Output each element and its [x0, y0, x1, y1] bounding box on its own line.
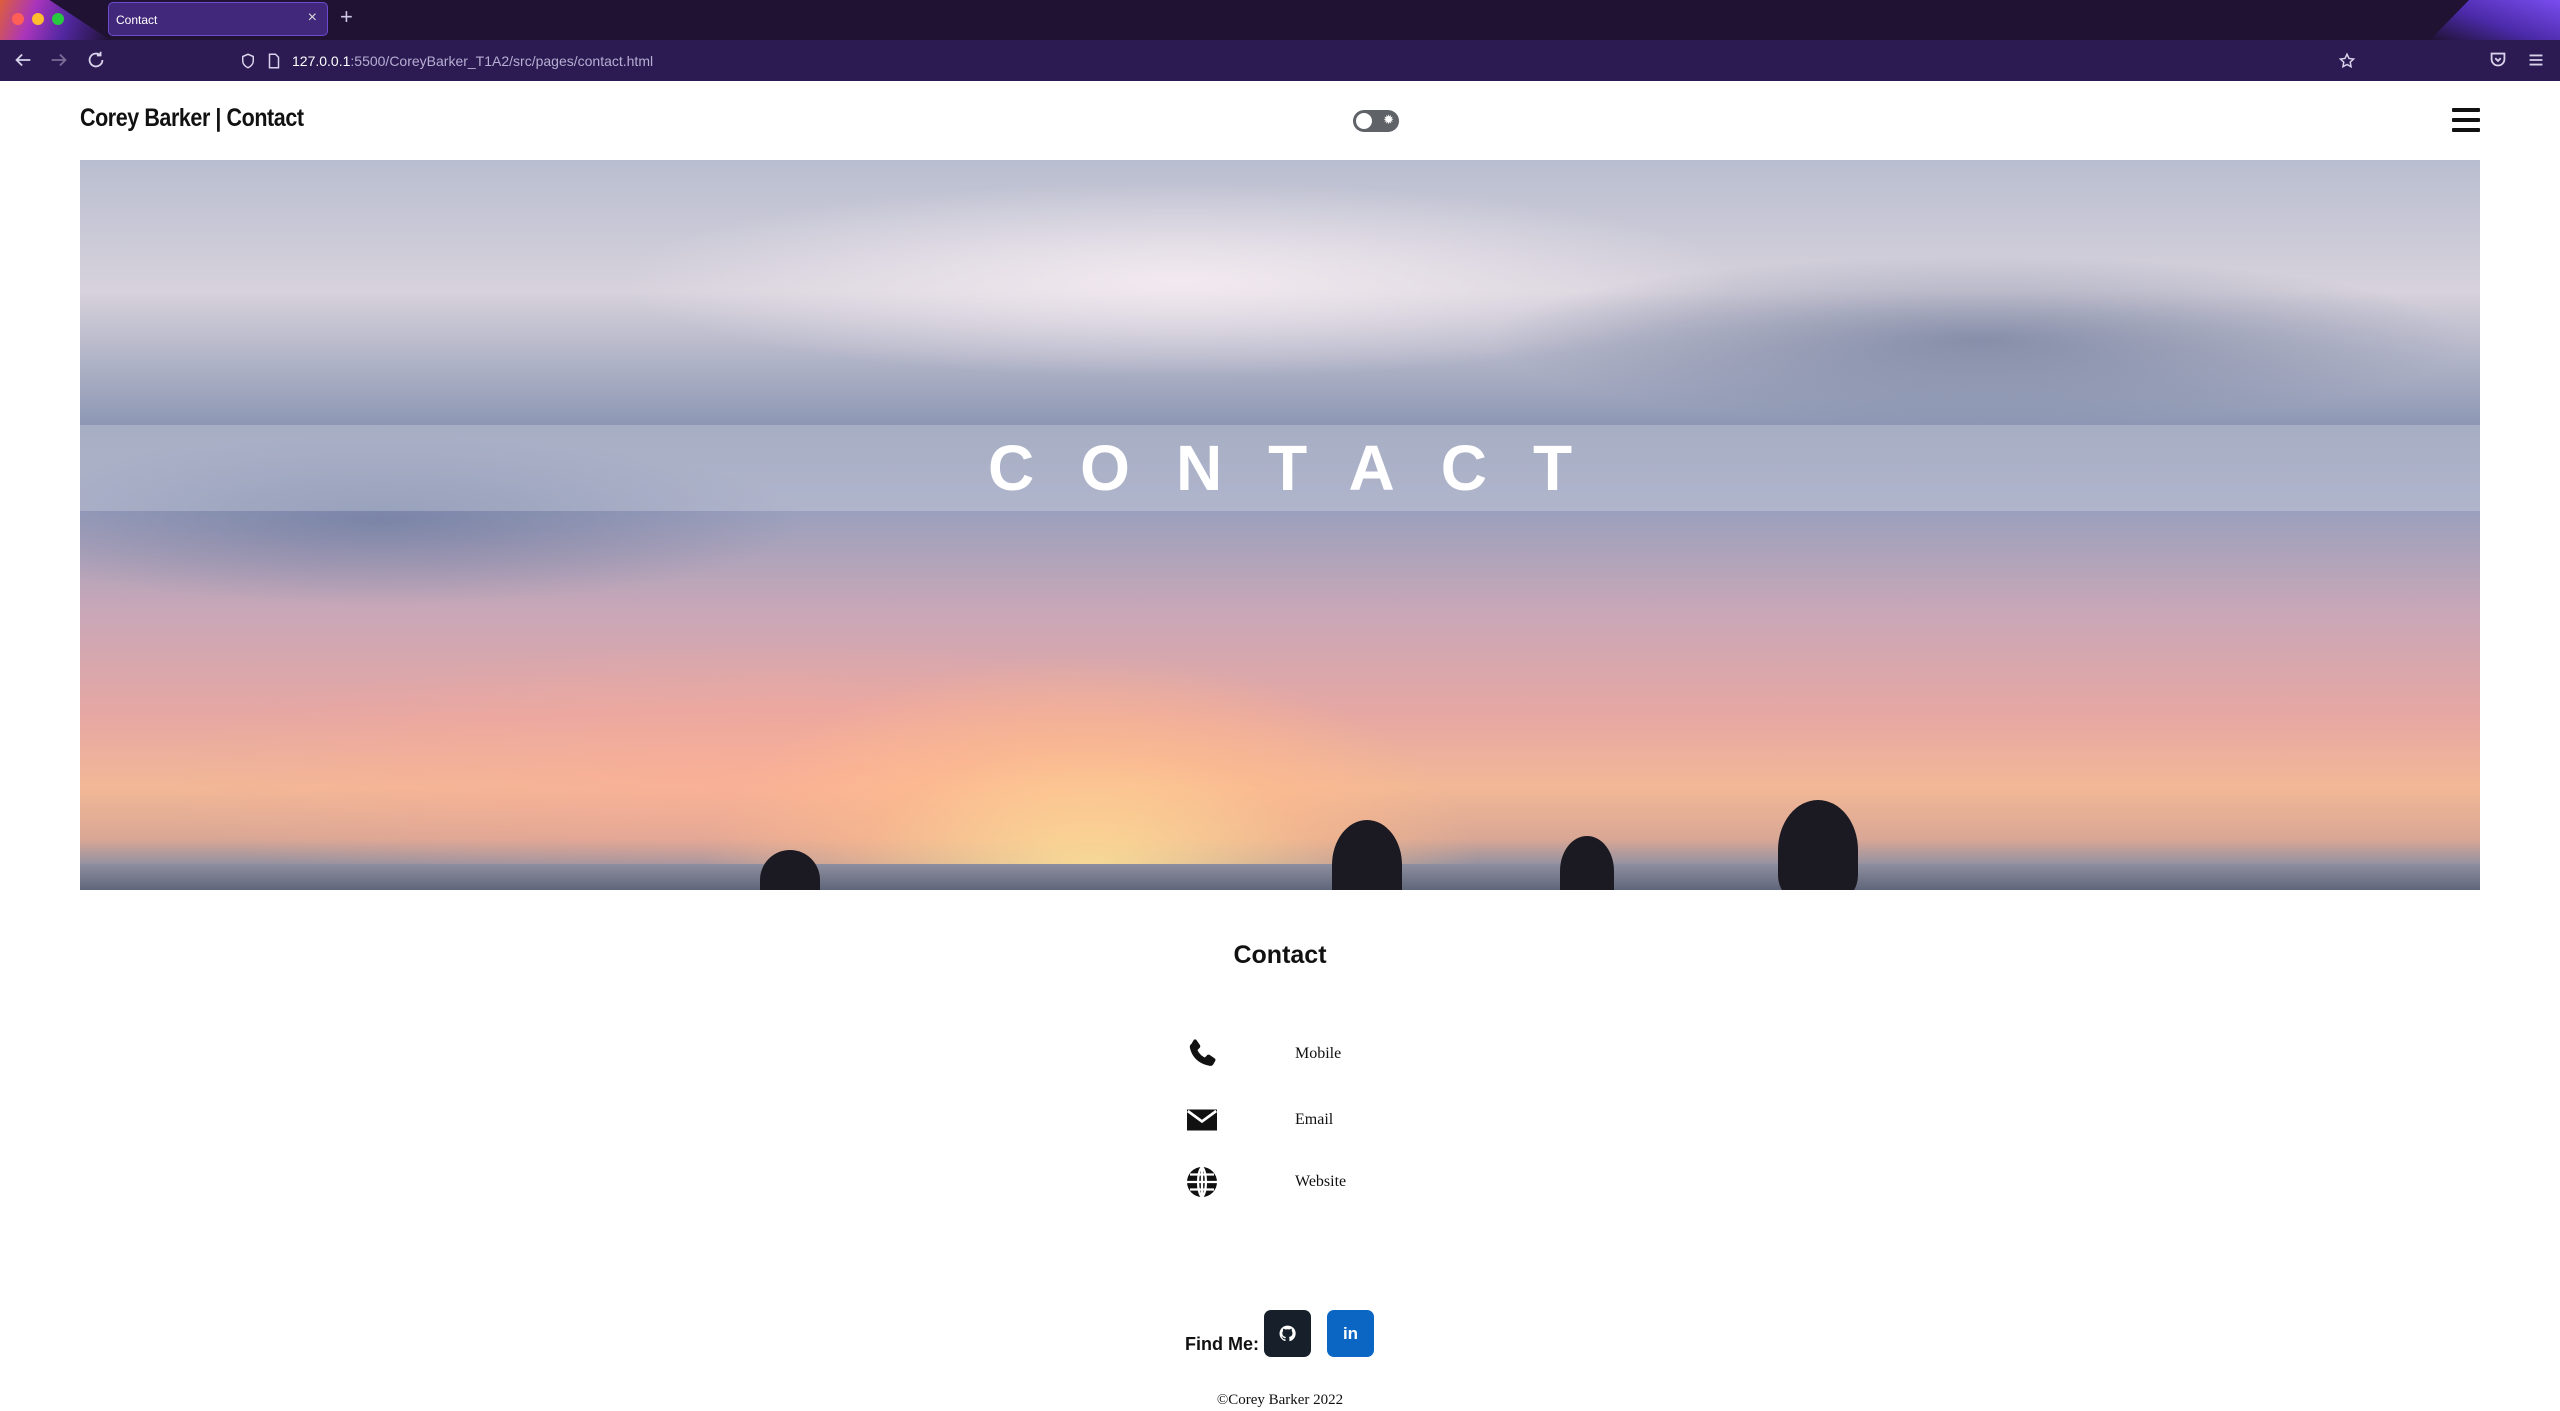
tab-title: Contact — [116, 13, 158, 27]
page-icon[interactable] — [265, 52, 283, 70]
browser-tab[interactable]: Contact × — [108, 2, 328, 36]
tab-close-icon[interactable]: × — [308, 9, 317, 27]
url-path: :5500/CoreyBarker_T1A2/src/pages/contact… — [350, 53, 654, 69]
contact-label: Website — [1295, 1173, 1347, 1190]
shield-icon[interactable] — [239, 52, 257, 70]
hero-title: CONTACT — [987, 432, 1619, 504]
contact-item-website[interactable]: Website — [1184, 1164, 1424, 1204]
new-tab-button[interactable]: + — [340, 4, 353, 30]
window-close-button[interactable] — [12, 13, 24, 25]
forward-arrow-icon[interactable] — [48, 49, 70, 71]
linkedin-icon: in — [1342, 1324, 1359, 1343]
url-host: 127.0.0.1 — [292, 53, 351, 69]
window-maximize-button[interactable] — [52, 13, 64, 25]
github-icon — [1279, 1325, 1296, 1342]
sun-icon: ✹ — [1383, 112, 1394, 127]
reload-icon[interactable] — [85, 49, 107, 71]
hamburger-line — [2452, 128, 2480, 132]
pocket-icon[interactable] — [2487, 49, 2509, 71]
linkedin-button[interactable]: in — [1327, 1310, 1374, 1357]
hero-sea — [80, 864, 2480, 890]
theme-decoration — [2430, 0, 2560, 40]
back-arrow-icon[interactable] — [12, 49, 34, 71]
contact-item-mobile[interactable]: Mobile — [1184, 1036, 1424, 1076]
globe-icon — [1184, 1164, 1220, 1200]
theme-toggle[interactable]: ✹ — [1353, 110, 1399, 132]
hero-silhouette — [1560, 836, 1614, 890]
browser-tab-bar: Contact × + — [0, 0, 2560, 40]
hero-silhouette — [1778, 800, 1858, 890]
hamburger-line — [2452, 118, 2480, 122]
hero-silhouette — [1332, 820, 1402, 890]
hero-silhouette — [760, 850, 820, 890]
window-minimize-button[interactable] — [32, 13, 44, 25]
address-bar[interactable]: 127.0.0.1:5500/CoreyBarker_T1A2/src/page… — [230, 45, 2360, 76]
find-me-label: Find Me: — [1185, 1334, 1259, 1354]
phone-icon — [1184, 1036, 1220, 1072]
hamburger-line — [2452, 108, 2480, 112]
hero-banner: CONTACT — [80, 160, 2480, 890]
footer-copyright: ©Corey Barker 2022 — [1216, 1392, 1344, 1408]
browser-toolbar: 127.0.0.1:5500/CoreyBarker_T1A2/src/page… — [0, 40, 2560, 81]
contact-label: Mobile — [1295, 1045, 1342, 1062]
toggle-knob — [1356, 113, 1372, 129]
envelope-icon — [1184, 1102, 1220, 1138]
bookmark-star-icon[interactable] — [2338, 52, 2356, 70]
url-text[interactable]: 127.0.0.1:5500/CoreyBarker_T1A2/src/page… — [292, 53, 653, 69]
site-title[interactable]: Corey Barker | Contact — [80, 104, 304, 133]
hamburger-icon[interactable] — [2452, 108, 2480, 134]
github-button[interactable] — [1264, 1310, 1311, 1357]
contact-label: Email — [1295, 1111, 1334, 1128]
contact-heading: Contact — [1233, 941, 1327, 969]
contact-item-email[interactable]: Email — [1184, 1102, 1424, 1142]
app-menu-icon[interactable] — [2525, 49, 2547, 71]
